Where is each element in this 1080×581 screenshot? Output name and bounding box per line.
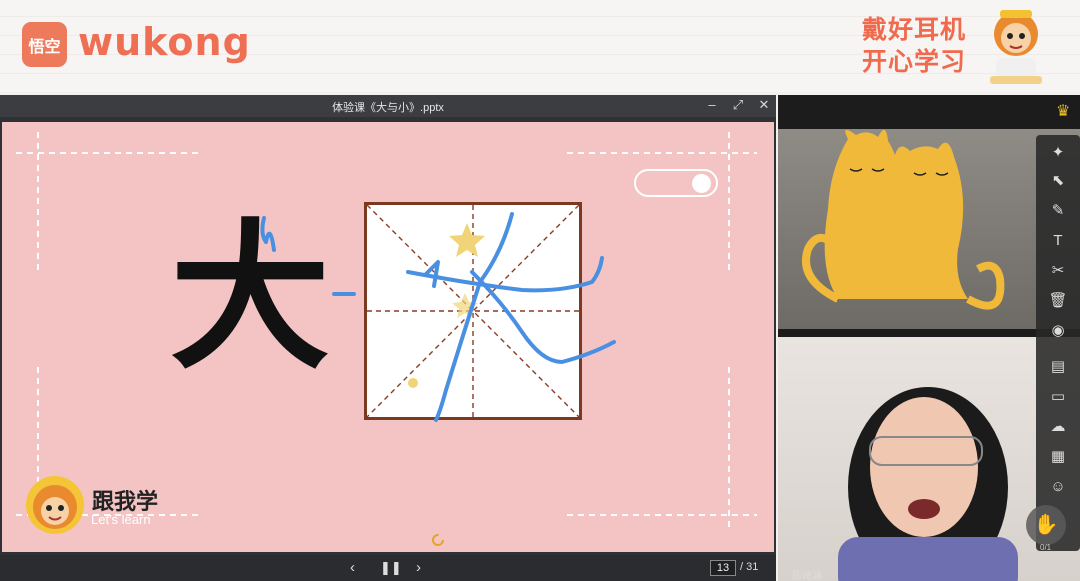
cats-hug-sticker — [802, 129, 1005, 310]
current-page-input[interactable]: 13 — [710, 560, 736, 576]
follow-me-subtitle: Let's learn — [91, 512, 151, 527]
student-video — [778, 129, 1080, 329]
minimize-icon[interactable]: – — [704, 97, 720, 112]
users-icon[interactable]: ☺ — [1048, 477, 1068, 497]
select-icon[interactable]: ⬉ — [1048, 171, 1068, 191]
total-pages: / 31 — [740, 561, 759, 573]
slogan: 戴好耳机 开心学习 — [862, 14, 966, 78]
teacher-video: 陈诗涵 — [778, 337, 1080, 581]
slide-canvas[interactable]: 大 跟我学 Let's learn — [2, 122, 774, 552]
window-title: 体验课《大与小》.pptx — [332, 102, 444, 114]
pen-icon[interactable]: ✎ — [1048, 201, 1068, 221]
drawing-toolbar: ✦ ⬉ ✎ T ✂ 🗑 ◉ ▤ ▭ ☁ ▦ ☺ — [1036, 135, 1080, 551]
slogan-line-2: 开心学习 — [862, 48, 967, 76]
loading-spinner-icon — [432, 534, 444, 546]
scissors-icon[interactable]: ✂ — [1048, 261, 1068, 281]
restore-icon[interactable]: ⤢ — [730, 97, 746, 113]
raise-hand-button[interactable]: ✋ — [1026, 505, 1066, 545]
wukong-logo-mark: 悟空 — [22, 22, 67, 67]
close-icon[interactable]: ✕ — [756, 97, 772, 113]
top-banner: 悟空 wukong 戴好耳机 开心学习 — [0, 0, 1080, 92]
teacher-figure — [838, 387, 1018, 581]
crown-icon: ♛ — [1056, 103, 1071, 120]
wukong-logo-text: wukong — [78, 20, 251, 64]
pause-icon[interactable]: ❚❚ — [380, 560, 402, 576]
formula-icon[interactable]: ▤ — [1048, 357, 1068, 377]
monkey-mascot-icon — [990, 10, 1042, 84]
trash-icon[interactable]: 🗑 — [1048, 291, 1068, 311]
slide-window: 体验课《大与小》.pptx – ⤢ ✕ 大 跟我学 Let's learn ‹ … — [0, 95, 776, 581]
window-titlebar: 体验课《大与小》.pptx – ⤢ ✕ — [0, 95, 776, 117]
monkey-mascot-icon — [26, 476, 84, 534]
chevron-left-icon[interactable]: ‹ — [350, 559, 355, 576]
toolbox-icon[interactable]: ▦ — [1048, 447, 1068, 467]
cloud-icon[interactable]: ☁ — [1048, 417, 1068, 437]
eye-icon[interactable]: ◉ — [1048, 321, 1068, 341]
hand-count: 0/1 — [1040, 543, 1052, 552]
laser-pointer-icon[interactable]: ✦ — [1048, 143, 1068, 163]
video-panel: ♛ 陈诗涵 ✦ ⬉ ✎ T ✂ 🗑 ◉ ▤ ▭ ☁ ▦ ☺ ✋ 0/1 — [778, 95, 1080, 581]
slogan-line-1: 戴好耳机 — [862, 16, 967, 44]
chevron-right-icon[interactable]: › — [416, 559, 421, 576]
teacher-name: 陈诗涵 — [792, 571, 822, 581]
slide-controls: ‹ ❚❚ › 13 / 31 — [0, 555, 776, 581]
chat-icon[interactable]: ▭ — [1048, 387, 1068, 407]
text-icon[interactable]: T — [1048, 231, 1068, 251]
